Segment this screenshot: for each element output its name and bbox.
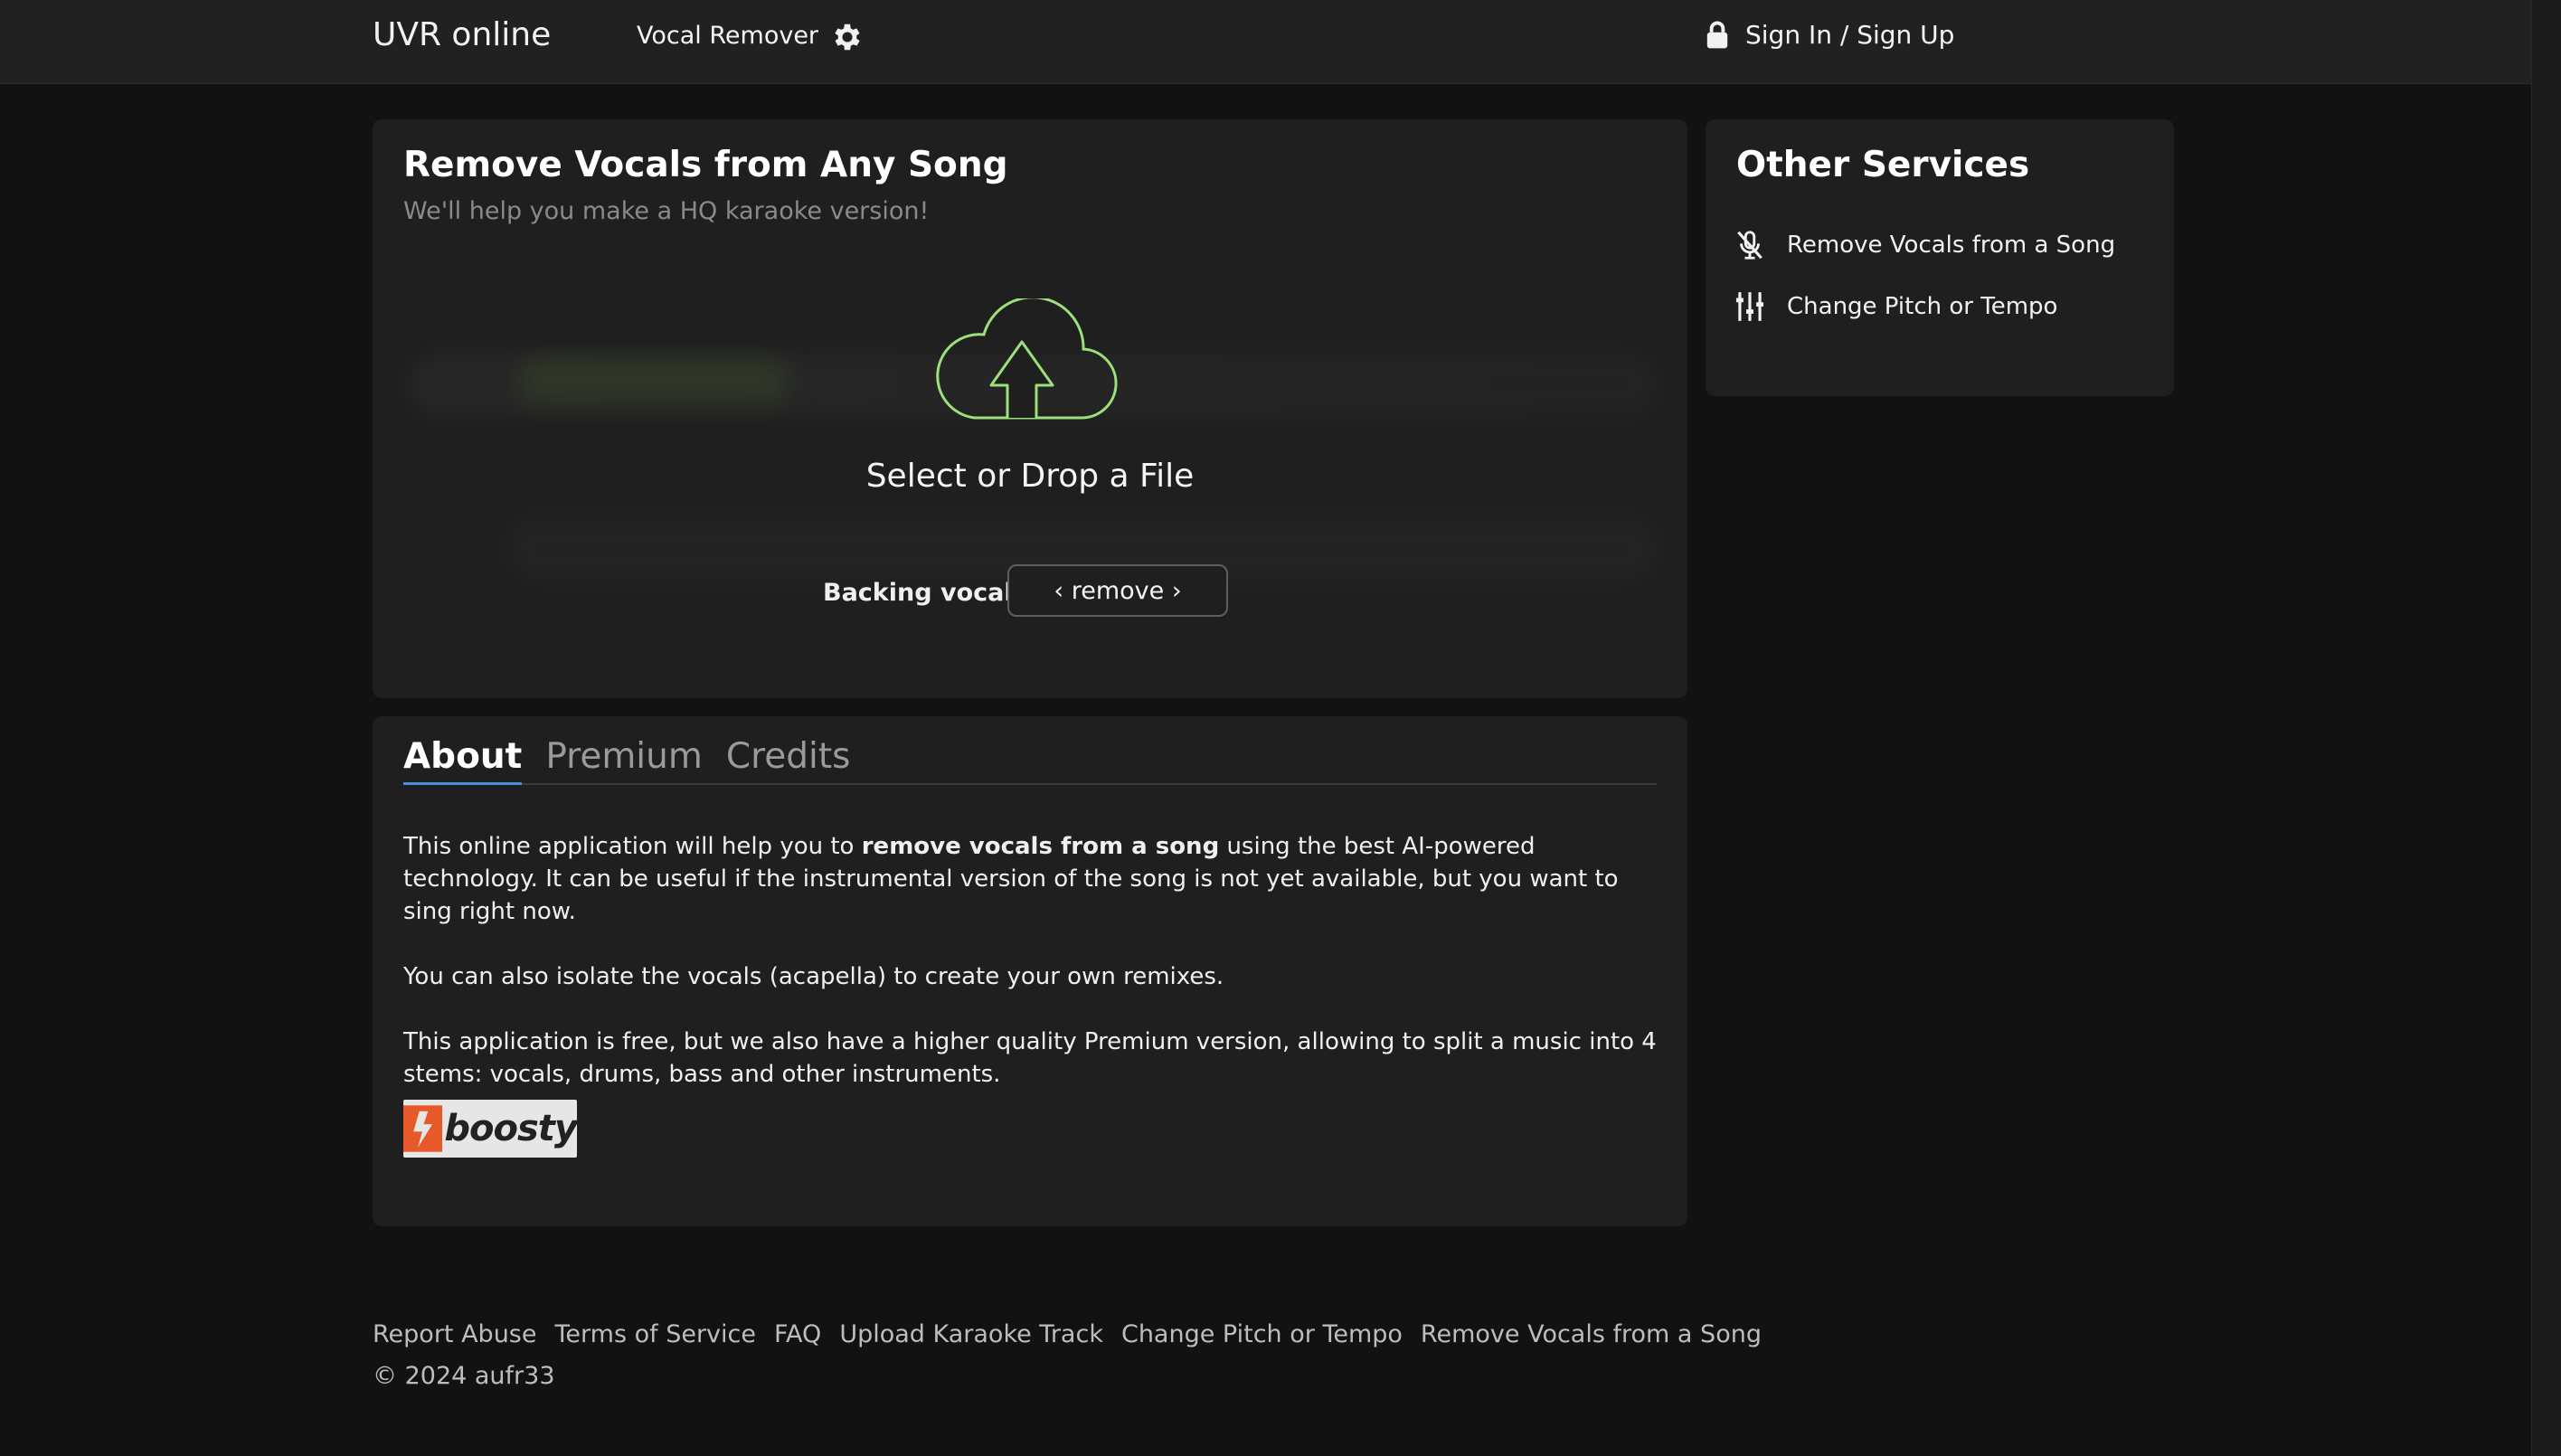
service-label: Remove Vocals from a Song (1787, 232, 2116, 259)
footer-link-terms[interactable]: Terms of Service (555, 1320, 757, 1348)
lock-icon (1706, 21, 1728, 48)
nav-vocal-remover[interactable]: Vocal Remover (637, 22, 818, 50)
about-paragraph-3: This application is free, but we also ha… (403, 1028, 1657, 1088)
vocal-remover-card: Remove Vocals from Any Song We'll help y… (373, 119, 1687, 698)
footer-link-pitch-tempo[interactable]: Change Pitch or Tempo (1121, 1320, 1403, 1348)
other-services-title: Other Services (1736, 145, 2030, 185)
top-navbar: UVR online Vocal Remover Sign In / Sign … (0, 0, 2532, 84)
service-link-remove-vocals[interactable]: Remove Vocals from a Song (1733, 228, 2115, 262)
about-card: About Premium Credits This online applic… (373, 716, 1687, 1226)
brand-logo[interactable]: UVR online (373, 16, 551, 53)
boosty-logo-icon (403, 1105, 443, 1152)
sliders-icon (1735, 292, 1764, 321)
footer-link-report-abuse[interactable]: Report Abuse (373, 1320, 537, 1348)
page-title: Remove Vocals from Any Song (403, 145, 1008, 185)
boosty-logo-text: boosty (444, 1108, 577, 1149)
page-subtitle: We'll help you make a HQ karaoke version… (403, 197, 930, 225)
footer-link-upload-karaoke[interactable]: Upload Karaoke Track (839, 1320, 1103, 1348)
sign-in-label: Sign In / Sign Up (1745, 20, 1955, 50)
service-label: Change Pitch or Tempo (1787, 293, 2058, 320)
mic-off-icon (1737, 231, 1762, 260)
tab-premium[interactable]: Premium (545, 736, 703, 783)
page-scrollbar[interactable] (2531, 0, 2561, 1456)
tab-credits[interactable]: Credits (726, 736, 851, 783)
tab-about[interactable]: About (403, 736, 523, 785)
blurred-background-accent (517, 358, 789, 403)
about-paragraph-2: You can also isolate the vocals (acapell… (403, 963, 1224, 990)
about-paragraph-1: This online application will help you to… (403, 833, 1619, 925)
boosty-button[interactable]: boosty (403, 1100, 577, 1158)
gear-icon[interactable] (830, 20, 865, 54)
about-content: This online application will help you to… (403, 830, 1657, 1123)
sign-in-link[interactable]: Sign In / Sign Up (1706, 20, 1954, 50)
drop-file-label[interactable]: Select or Drop a File (373, 458, 1687, 495)
cloud-upload-icon (936, 298, 1118, 420)
service-link-pitch-tempo[interactable]: Change Pitch or Tempo (1733, 289, 2057, 324)
footer-links: Report Abuse Terms of Service FAQ Upload… (373, 1320, 1780, 1348)
other-services-card: Other Services Remove Vocals from a Song… (1706, 119, 2174, 396)
backing-vocals-label: Backing vocals (823, 579, 1027, 607)
footer-link-remove-vocals[interactable]: Remove Vocals from a Song (1421, 1320, 1762, 1348)
copyright: © 2024 aufr33 (373, 1362, 555, 1390)
about-tabs: About Premium Credits (403, 736, 1657, 785)
footer-link-faq[interactable]: FAQ (774, 1320, 821, 1348)
backing-vocals-toggle[interactable]: ‹ remove › (1007, 564, 1228, 617)
